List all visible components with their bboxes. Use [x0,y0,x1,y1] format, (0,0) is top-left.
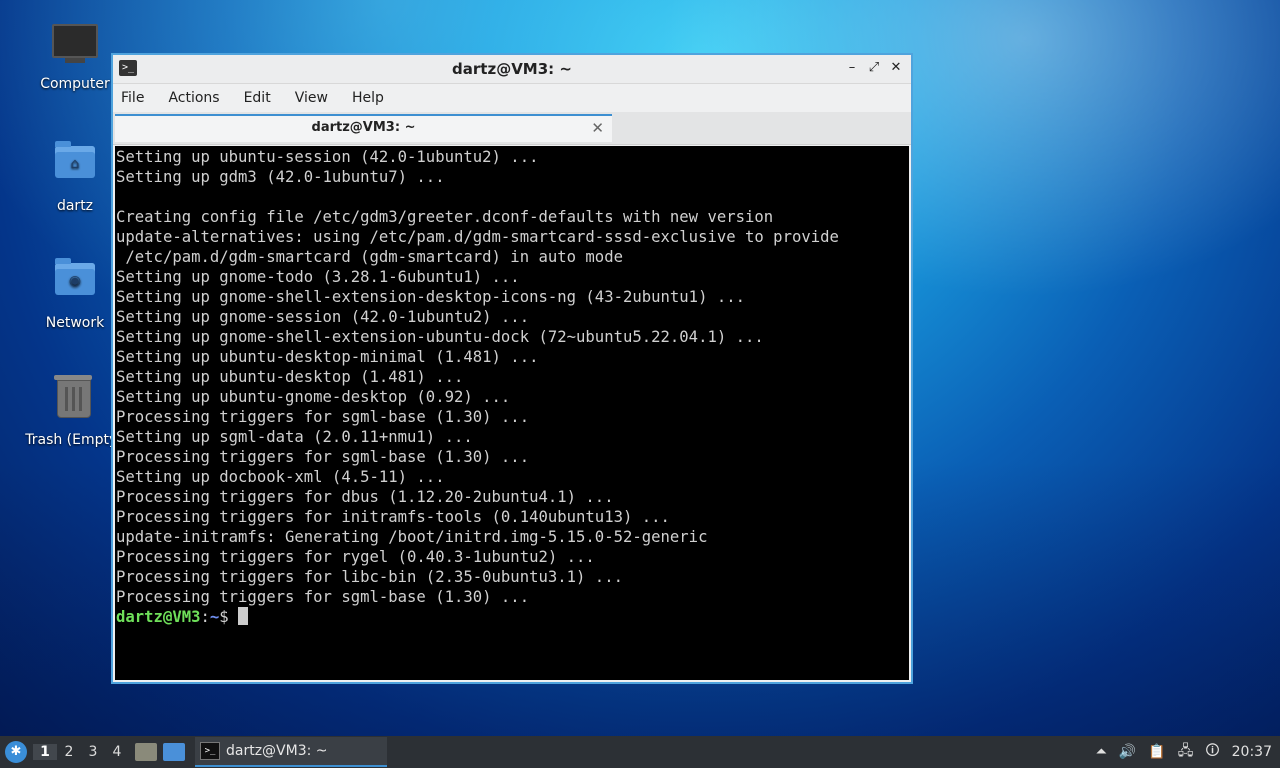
maximize-button[interactable]: ⤢ [865,59,883,77]
network-icon[interactable]: 🖧 [1178,740,1194,764]
minimize-button[interactable]: – [843,59,861,77]
prompt-path: ~ [209,608,220,626]
terminal-line: update-alternatives: using /etc/pam.d/gd… [116,228,839,246]
terminal-line: Setting up ubuntu-session (42.0-1ubuntu2… [116,148,539,166]
menubar: File Actions Edit View Help [113,84,911,112]
terminal-output[interactable]: Setting up ubuntu-session (42.0-1ubuntu2… [115,146,909,680]
start-menu-icon[interactable]: ✱ [5,741,27,763]
computer-icon [52,24,98,70]
tab-bar: dartz@VM3: ~ ✕ [113,112,911,145]
tab-terminal[interactable]: dartz@VM3: ~ ✕ [115,114,612,142]
terminal-line: Setting up gnome-session (42.0-1ubuntu2)… [116,308,530,326]
terminal-line: Setting up gnome-shell-extension-desktop… [116,288,746,306]
terminal-line: Processing triggers for sgml-base (1.30)… [116,448,530,466]
volume-icon[interactable]: 🔊 [1119,744,1136,760]
file-manager-icon[interactable] [135,743,157,761]
tab-label: dartz@VM3: ~ [311,120,416,135]
terminal-line: Processing triggers for rygel (0.40.3-1u… [116,548,595,566]
text-cursor [238,607,249,625]
terminal-line: Processing triggers for libc-bin (2.35-0… [116,568,623,586]
terminal-line: Setting up ubuntu-desktop-minimal (1.481… [116,348,539,366]
terminal-line: Setting up gnome-shell-extension-ubuntu-… [116,328,764,346]
terminal-line: Setting up ubuntu-desktop (1.481) ... [116,368,464,386]
workspace-4[interactable]: 4 [105,744,129,760]
terminal-window[interactable]: >_ dartz@VM3: ~ – ⤢ ✕ File Actions Edit … [111,53,913,684]
menu-actions[interactable]: Actions [168,90,219,106]
workspace-1[interactable]: 1 [33,744,57,760]
taskbar-item-terminal[interactable]: >_ dartz@VM3: ~ [195,737,387,767]
menu-file[interactable]: File [121,90,144,106]
show-desktop-icon[interactable] [163,743,185,761]
terminal-line: Setting up sgml-data (2.0.11+nmu1) ... [116,428,473,446]
workspace-3[interactable]: 3 [81,744,105,760]
menu-help[interactable]: Help [352,90,384,106]
window-title: dartz@VM3: ~ [452,60,572,78]
taskbar: ✱ 1 2 3 4 >_ dartz@VM3: ~ ⏶ 🔊 📋 🖧 🛈 20:3… [0,736,1280,768]
prompt-symbol: $ [219,608,239,626]
clock[interactable]: 20:37 [1232,744,1272,760]
window-titlebar[interactable]: >_ dartz@VM3: ~ – ⤢ ✕ [113,55,911,84]
tab-close-icon[interactable]: ✕ [591,116,604,140]
terminal-line: Setting up ubuntu-gnome-desktop (0.92) .… [116,388,511,406]
clipboard-icon[interactable]: 📋 [1148,744,1165,760]
prompt-user: dartz@VM3 [116,608,201,626]
terminal-line: Processing triggers for dbus (1.12.20-2u… [116,488,614,506]
notification-icon[interactable]: 🛈 [1205,740,1219,764]
menu-view[interactable]: View [295,90,328,106]
trash-icon [51,375,97,426]
terminal-line: Setting up docbook-xml (4.5-11) ... [116,468,445,486]
prompt-separator: : [200,608,210,626]
terminal-icon: >_ [119,60,137,76]
terminal-line: Processing triggers for sgml-base (1.30)… [116,588,530,606]
taskbar-item-label: dartz@VM3: ~ [226,743,328,759]
close-button[interactable]: ✕ [887,59,905,77]
terminal-prompt: dartz@VM3:~$ [116,607,909,627]
terminal-line: Processing triggers for initramfs-tools … [116,508,670,526]
home-folder-icon: ⌂ [52,141,98,192]
system-tray: ⏶ 🔊 📋 🖧 🛈 20:37 [1084,736,1280,768]
terminal-line: Processing triggers for sgml-base (1.30)… [116,408,530,426]
terminal-line: Setting up gnome-todo (3.28.1-6ubuntu1) … [116,268,520,286]
updates-icon[interactable]: ⏶ [1096,744,1107,760]
terminal-line: Creating config file /etc/gdm3/greeter.d… [116,208,774,226]
terminal-line: Setting up gdm3 (42.0-1ubuntu7) ... [116,168,445,186]
menu-edit[interactable]: Edit [244,90,271,106]
network-folder-icon: ◉ [52,258,98,309]
terminal-line: /etc/pam.d/gdm-smartcard (gdm-smartcard)… [116,248,623,266]
terminal-icon: >_ [200,742,220,760]
terminal-line: update-initramfs: Generating /boot/initr… [116,528,708,546]
workspace-2[interactable]: 2 [57,744,81,760]
